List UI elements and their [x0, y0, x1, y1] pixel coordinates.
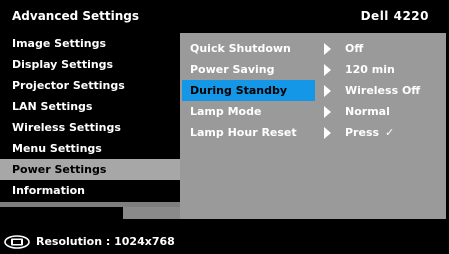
setting-row-quick-shutdown[interactable]: Quick Shutdown Off: [180, 38, 446, 59]
projector-model: Dell 4220: [360, 8, 429, 23]
press-label[interactable]: Press: [345, 126, 379, 139]
setting-row-lamp-hour-reset[interactable]: Lamp Hour Reset Press ✓: [180, 122, 446, 143]
arrow-right-icon: [324, 106, 331, 118]
menu-scroll-strip: [123, 207, 180, 219]
menu-item-lan-settings[interactable]: LAN Settings: [0, 96, 180, 117]
menu-title: Advanced Settings: [12, 8, 140, 23]
setting-row-power-saving[interactable]: Power Saving 120 min: [180, 59, 446, 80]
setting-row-during-standby[interactable]: During Standby Wireless Off: [180, 80, 446, 101]
setting-value[interactable]: Off: [345, 38, 363, 59]
resolution-status: Resolution : 1024x768: [0, 232, 175, 252]
menu-item-information[interactable]: Information: [0, 180, 180, 201]
setting-value[interactable]: Normal: [345, 101, 390, 122]
setting-label: Lamp Hour Reset: [190, 126, 297, 139]
menu-item-image-settings[interactable]: Image Settings: [0, 33, 180, 54]
resolution-text: Resolution : 1024x768: [36, 235, 175, 248]
osd-header: Advanced Settings Dell 4220: [0, 0, 449, 31]
setting-value[interactable]: Wireless Off: [345, 80, 420, 101]
menu-item-projector-settings[interactable]: Projector Settings: [0, 75, 180, 96]
setting-label: Power Saving: [190, 63, 275, 76]
menu-item-power-settings[interactable]: Power Settings: [0, 159, 180, 180]
arrow-right-icon: [324, 85, 331, 97]
setting-label: Quick Shutdown: [190, 42, 291, 55]
setting-value[interactable]: Press ✓: [345, 122, 394, 143]
settings-menu: Image Settings Display Settings Projecto…: [0, 33, 180, 201]
menu-item-display-settings[interactable]: Display Settings: [0, 54, 180, 75]
arrow-right-icon: [324, 64, 331, 76]
menu-item-wireless-settings[interactable]: Wireless Settings: [0, 117, 180, 138]
checkmark-icon: ✓: [385, 126, 395, 139]
setting-row-lamp-mode[interactable]: Lamp Mode Normal: [180, 101, 446, 122]
osd-window: Advanced Settings Dell 4220 Image Settin…: [0, 0, 449, 254]
menu-item-menu-settings[interactable]: Menu Settings: [0, 138, 180, 159]
arrow-right-icon: [324, 127, 331, 139]
power-settings-panel: Quick Shutdown Off Power Saving 120 min …: [180, 33, 446, 219]
setting-label: Lamp Mode: [190, 105, 262, 118]
setting-value[interactable]: 120 min: [345, 59, 395, 80]
setting-label: During Standby: [182, 80, 315, 101]
arrow-right-icon: [324, 43, 331, 55]
monitor-icon: [4, 235, 30, 249]
